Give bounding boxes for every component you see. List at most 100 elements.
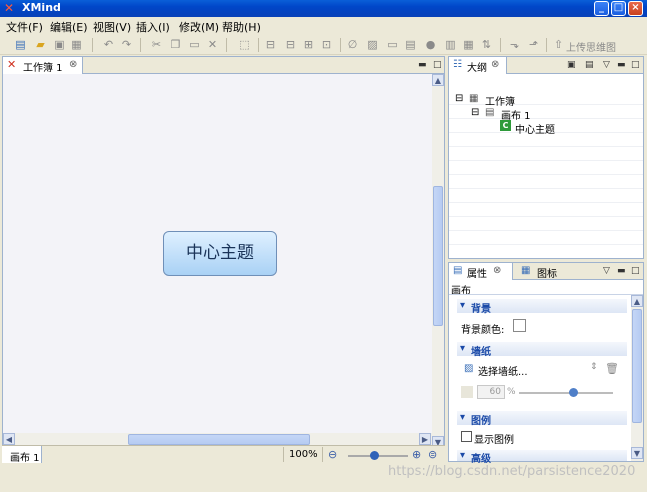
close-tab-icon[interactable]: ⊗ bbox=[69, 59, 77, 70]
save-as-icon[interactable]: ▦ bbox=[70, 38, 83, 51]
opacity-slider[interactable] bbox=[519, 392, 613, 394]
new-workbook-icon[interactable]: ▤ bbox=[14, 38, 27, 51]
section-wallpaper[interactable]: ▾ 墙纸 bbox=[457, 342, 627, 358]
redo-icon[interactable]: ↷ bbox=[120, 38, 133, 51]
cut-icon[interactable]: ✂ bbox=[150, 38, 163, 51]
marker-icon[interactable]: ● bbox=[424, 38, 437, 51]
section-background[interactable]: ▾ 背景 bbox=[457, 299, 627, 315]
minimize-pane-icon[interactable]: ▬ bbox=[418, 60, 427, 70]
outline-icon: ☷ bbox=[453, 59, 462, 70]
scroll-right-icon[interactable]: ▶ bbox=[419, 433, 431, 445]
close-outline-icon[interactable]: ⊗ bbox=[491, 59, 499, 70]
properties-tab-bar: ▤ 属性 ⊗ ▦ 图标 ▽ ▬ □ bbox=[449, 263, 643, 280]
menu-edit[interactable]: 编辑(E) bbox=[50, 19, 88, 35]
outline-item-workbook[interactable]: 工作簿 bbox=[485, 93, 515, 108]
insert-topic-icon[interactable]: ⊟ bbox=[264, 38, 277, 51]
summary-icon[interactable]: ▥ bbox=[444, 38, 457, 51]
open-folder-icon[interactable]: ▰ bbox=[34, 38, 47, 51]
close-properties-icon[interactable]: ⊗ bbox=[493, 265, 501, 276]
copy-icon[interactable]: ❐ bbox=[169, 38, 182, 51]
background-color-swatch[interactable] bbox=[513, 319, 526, 332]
outline-item-central-topic[interactable]: 中心主题 bbox=[515, 121, 555, 136]
properties-scrollbar[interactable]: ▲ ▼ bbox=[631, 295, 643, 461]
window-title: XMind bbox=[22, 1, 61, 14]
section-legend[interactable]: ▾ 图例 bbox=[457, 411, 627, 427]
menu-insert[interactable]: 插入(I) bbox=[136, 19, 170, 35]
editor-tab-bar: ✕ 工作簿 1 ⊗ ▬ □ bbox=[3, 57, 444, 74]
collapse-sheet-icon[interactable]: ⊟ bbox=[471, 107, 479, 118]
minimize-button[interactable]: _ bbox=[594, 1, 609, 16]
menu-view[interactable]: 视图(V) bbox=[93, 19, 131, 35]
drill-up-icon[interactable]: ⬏ bbox=[527, 38, 540, 51]
zoom-level: 100% bbox=[289, 449, 318, 460]
properties-tab[interactable]: ▤ 属性 ⊗ bbox=[449, 263, 513, 280]
paste-icon[interactable]: ▭ bbox=[188, 38, 201, 51]
maximize-properties-icon[interactable]: □ bbox=[631, 266, 640, 276]
delete-icon[interactable]: ✕ bbox=[206, 38, 219, 51]
wallpaper-image-icon: ▨ bbox=[464, 363, 474, 374]
horizontal-scroll-thumb[interactable] bbox=[128, 434, 310, 445]
central-topic[interactable]: 中心主题 bbox=[163, 231, 277, 276]
insert-floating-icon[interactable]: ⊡ bbox=[320, 38, 333, 51]
zoom-out-icon[interactable]: ⊖ bbox=[328, 448, 337, 461]
properties-scroll-down-icon[interactable]: ▼ bbox=[631, 447, 643, 459]
toolbar: ▤ ▰ ▣ ▦ ↶ ↷ ✂ ❐ ▭ ✕ ⬚ ⊟ ⊟ ⊞ ⊡ ∅ ▨ ▭ ▤ ● … bbox=[0, 35, 647, 55]
menu-file[interactable]: 文件(F) bbox=[6, 19, 43, 35]
outline-toolbar-icon-1[interactable]: ▣ bbox=[567, 60, 576, 70]
notes-icon[interactable]: ▤ bbox=[404, 38, 417, 51]
boundary-icon[interactable]: ▭ bbox=[386, 38, 399, 51]
sheet-tab-label: 画布 1 bbox=[10, 453, 40, 464]
zoom-fit-icon[interactable]: ⊜ bbox=[428, 448, 437, 461]
maximize-pane-icon[interactable]: □ bbox=[433, 60, 442, 70]
drill-down-icon[interactable]: ⬎ bbox=[508, 38, 521, 51]
maximize-outline-icon[interactable]: □ bbox=[631, 60, 640, 70]
expand-icon: ▾ bbox=[460, 412, 466, 423]
section-advanced[interactable]: ▾ 高级 bbox=[457, 450, 627, 465]
properties-scroll-up-icon[interactable]: ▲ bbox=[631, 295, 643, 307]
image-icon[interactable]: ▨ bbox=[366, 38, 379, 51]
trash-icon[interactable]: 🗑 bbox=[605, 362, 619, 375]
sheet-status-bar: 画布 1 100% ⊖ ⊕ ⊜ bbox=[2, 445, 445, 464]
upload-map-button[interactable]: 上传思维图 bbox=[566, 39, 616, 54]
attachment-icon[interactable]: ∅ bbox=[346, 38, 359, 51]
workbook-tab[interactable]: ✕ 工作簿 1 ⊗ bbox=[3, 57, 83, 74]
vertical-scroll-thumb[interactable] bbox=[433, 186, 443, 326]
menu-modify[interactable]: 修改(M) bbox=[179, 19, 219, 35]
markers-tab[interactable]: 图标 bbox=[537, 265, 557, 280]
choose-wallpaper-button[interactable]: 选择墙纸... bbox=[478, 363, 528, 378]
minimize-properties-icon[interactable]: ▬ bbox=[617, 266, 626, 276]
relationship-icon[interactable]: ▦ bbox=[462, 38, 475, 51]
mind-map-canvas[interactable]: 中心主题 bbox=[3, 74, 432, 450]
select-icon[interactable]: ⬚ bbox=[238, 38, 251, 51]
outline-pane: ☷ 大纲 ⊗ ▣ ▤ ▽ ▬ □ ⊟ ▦ 工作簿 ⊟ ▤ 画布 1 C 中心主题 bbox=[448, 56, 644, 259]
menu-help[interactable]: 帮助(H) bbox=[222, 19, 261, 35]
opacity-slider-thumb[interactable] bbox=[569, 388, 578, 397]
insert-subtopic-icon[interactable]: ⊟ bbox=[284, 38, 297, 51]
scroll-up-icon[interactable]: ▲ bbox=[432, 74, 444, 86]
upload-icon[interactable]: ⇧ bbox=[552, 38, 565, 51]
close-button[interactable]: × bbox=[628, 1, 643, 16]
vertical-scrollbar[interactable]: ▲ ▼ bbox=[432, 74, 444, 450]
outline-tab-label: 大纲 bbox=[467, 63, 487, 74]
save-icon[interactable]: ▣ bbox=[53, 38, 66, 51]
zoom-in-icon[interactable]: ⊕ bbox=[412, 448, 421, 461]
show-legend-checkbox[interactable] bbox=[461, 431, 472, 442]
view-menu-icon[interactable]: ▽ bbox=[603, 60, 610, 70]
insert-parent-icon[interactable]: ⊞ bbox=[302, 38, 315, 51]
minimize-outline-icon[interactable]: ▬ bbox=[617, 60, 626, 70]
xmind-file-icon: ✕ bbox=[7, 58, 17, 71]
show-legend-label: 显示图例 bbox=[474, 435, 514, 446]
maximize-button[interactable]: □ bbox=[611, 1, 626, 16]
sort-icon[interactable]: ⇅ bbox=[480, 38, 493, 51]
properties-scroll-thumb[interactable] bbox=[632, 309, 642, 423]
undo-icon[interactable]: ↶ bbox=[102, 38, 115, 51]
scroll-left-icon[interactable]: ◀ bbox=[3, 433, 15, 445]
collapse-workbook-icon[interactable]: ⊟ bbox=[455, 93, 463, 104]
zoom-slider-thumb[interactable] bbox=[370, 451, 379, 460]
wallpaper-stepper-icon[interactable]: ⇕ bbox=[590, 362, 598, 372]
properties-view-menu-icon[interactable]: ▽ bbox=[603, 266, 610, 276]
outline-toolbar-icon-2[interactable]: ▤ bbox=[585, 60, 594, 70]
opacity-input[interactable]: 60 bbox=[477, 385, 505, 399]
outline-tab[interactable]: ☷ 大纲 ⊗ bbox=[449, 57, 507, 74]
outline-tab-bar: ☷ 大纲 ⊗ ▣ ▤ ▽ ▬ □ bbox=[449, 57, 643, 74]
